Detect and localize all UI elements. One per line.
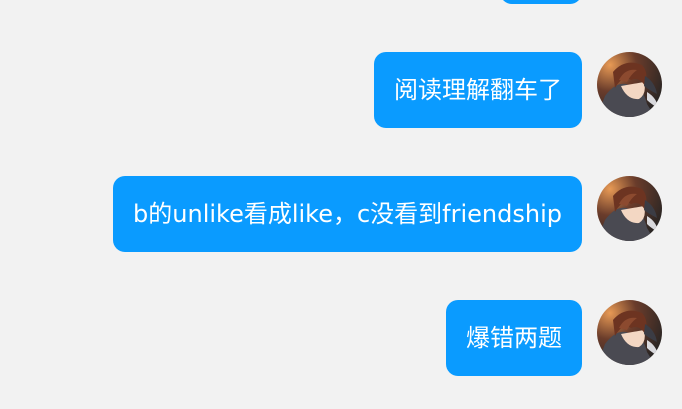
chat-message: 爆错两题: [0, 300, 682, 376]
chat-message: b的unlike看成like，c没看到friendship: [0, 176, 682, 252]
user-avatar[interactable]: [597, 52, 662, 117]
chat-message: 阅读理解翻车了: [0, 52, 682, 128]
avatar-image: [597, 52, 662, 117]
user-avatar[interactable]: [597, 176, 662, 241]
partial-message-bubble: [500, 0, 582, 4]
message-bubble[interactable]: 爆错两题: [446, 300, 582, 376]
user-avatar[interactable]: [597, 300, 662, 365]
avatar-image: [597, 300, 662, 365]
avatar-image: [597, 176, 662, 241]
message-bubble[interactable]: b的unlike看成like，c没看到friendship: [113, 176, 582, 252]
message-bubble[interactable]: 阅读理解翻车了: [374, 52, 582, 128]
